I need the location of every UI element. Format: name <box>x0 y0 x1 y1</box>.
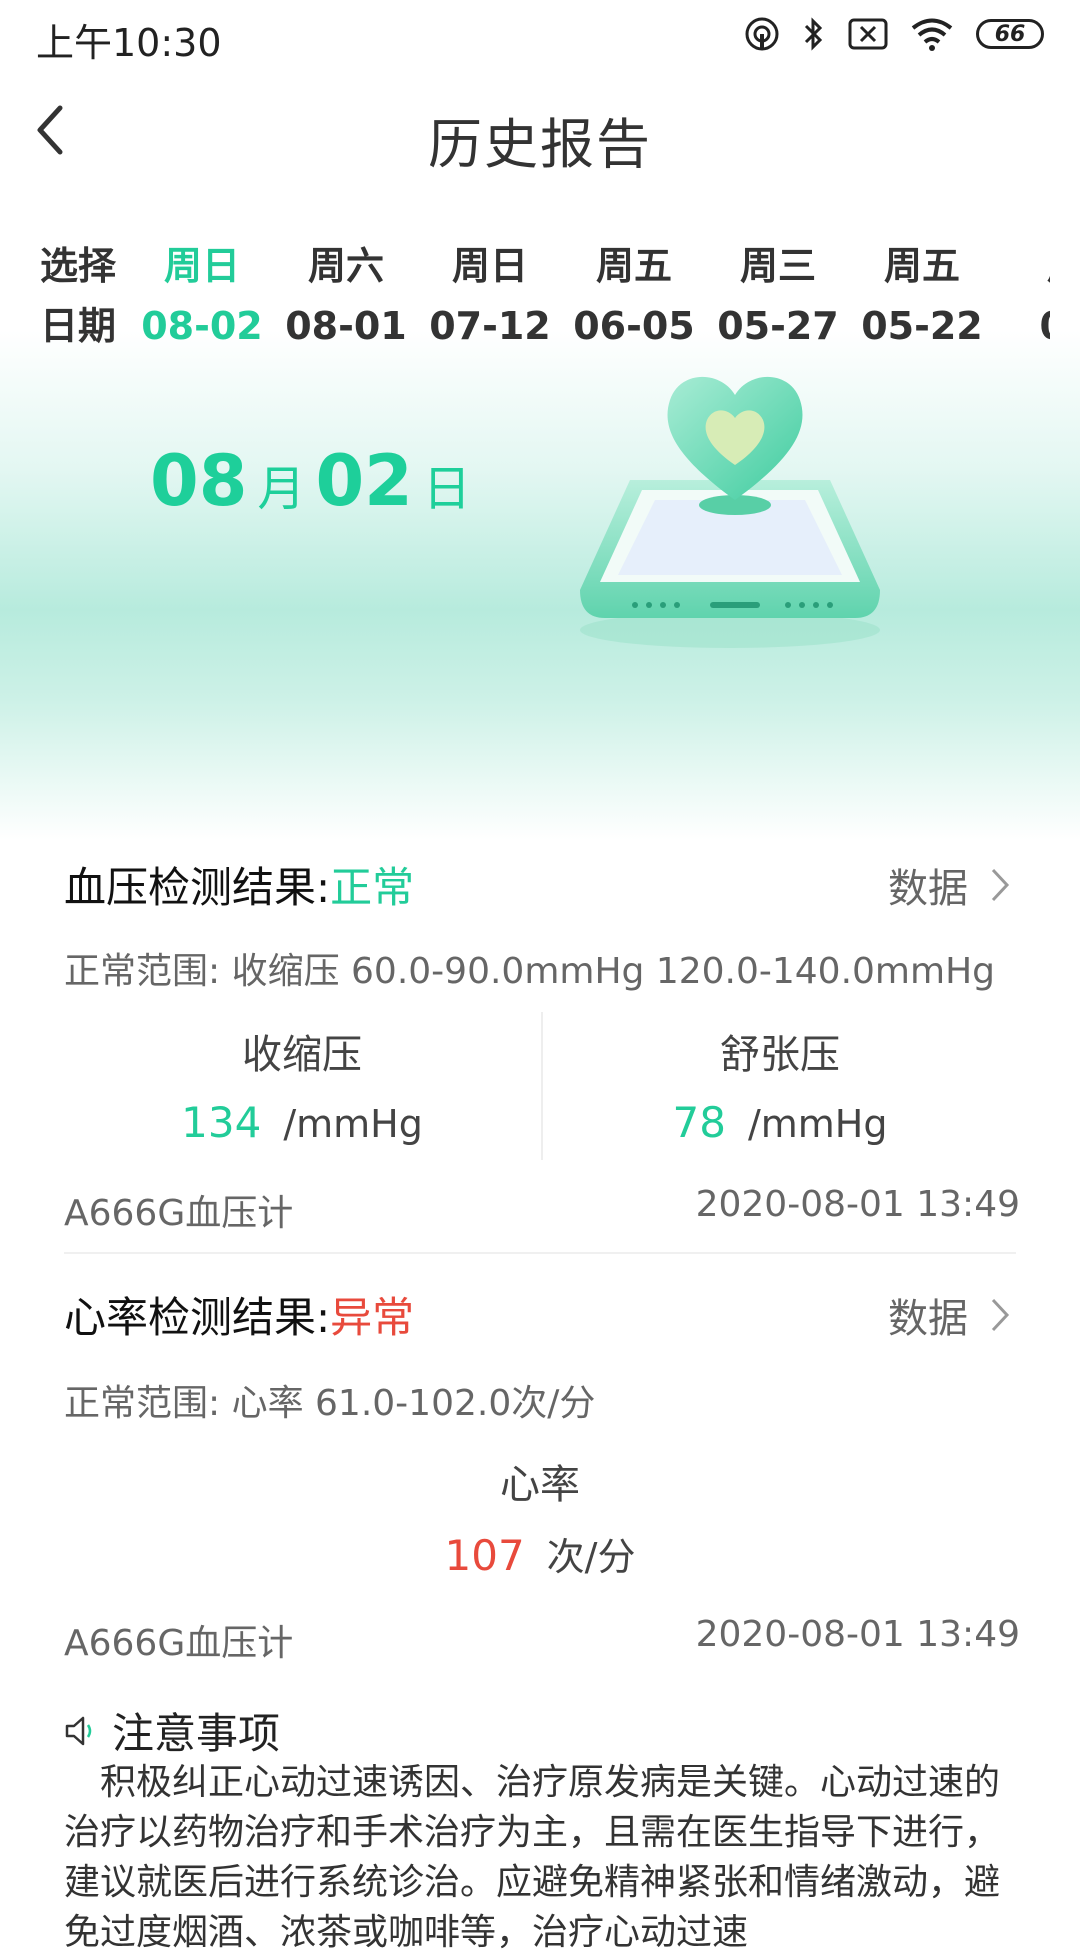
date-weekday: 周六 <box>307 244 384 288</box>
date-day: 05-22 <box>861 304 983 348</box>
bp-device-name: A666G血压计 <box>64 1193 294 1234</box>
hr-data-link[interactable]: 数据 <box>888 1286 1010 1344</box>
hr-result-title: 心率检测结果:异常 <box>64 1284 414 1345</box>
date-item[interactable]: 周三 05-27 <box>706 236 850 356</box>
notes-title: 注意事项 <box>64 1700 280 1761</box>
bp-result-title: 血压检测结果:正常 <box>64 854 414 915</box>
systolic-reading: 134/mmHg <box>64 1098 540 1147</box>
hotspot-icon <box>745 17 779 51</box>
systolic-unit: /mmHg <box>283 1102 423 1146</box>
hr-label: 心率 <box>500 1462 580 1508</box>
chevron-right-icon <box>991 868 1010 902</box>
date-day: 08-02 <box>141 304 263 348</box>
battery-icon: 66 <box>976 19 1044 49</box>
bp-timestamp: 2020-08-01 13:49 <box>695 1184 1020 1225</box>
hr-result-label: 心率检测结果: <box>64 1293 331 1342</box>
date-weekday: 周五 <box>595 244 672 288</box>
chevron-right-icon <box>991 1298 1010 1332</box>
speaker-icon <box>65 1716 92 1745</box>
date-day: 07-12 <box>429 304 551 348</box>
date-item[interactable]: 周 05 <box>994 236 1050 356</box>
notes-text: 积极纠正心动过速诱因、治疗原发病是关键。心动过速的治疗以药物治疗和手术治疗为主，… <box>64 1762 1001 1953</box>
date-label-line2: 日期 <box>40 304 117 348</box>
bp-result-label: 血压检测结果: <box>64 863 331 912</box>
bp-data-link-label: 数据 <box>888 866 968 912</box>
diastolic-reading: 78/mmHg <box>544 1098 1016 1147</box>
hr-reading: 107 次/分 <box>64 1526 1016 1581</box>
hr-value: 107 <box>444 1531 525 1580</box>
systolic-label: 收缩压 <box>242 1032 362 1078</box>
day-unit: 日 <box>422 461 471 517</box>
hr-unit: 次/分 <box>546 1535 636 1579</box>
page-title: 历史报告 <box>428 113 652 176</box>
date-weekday: 周三 <box>739 244 816 288</box>
date-day: 06-05 <box>573 304 695 348</box>
selected-day: 02 <box>315 440 413 522</box>
sim-off-icon <box>848 18 888 50</box>
date-day: 05 <box>994 296 1050 356</box>
date-label-line1: 选择 <box>40 244 117 288</box>
hr-status-badge: 异常 <box>330 1293 415 1342</box>
diastolic-label: 舒张压 <box>720 1032 840 1078</box>
hr-normal-range: 正常范围: 心率 61.0-102.0次/分 <box>64 1383 596 1424</box>
date-item[interactable]: 周五 06-05 <box>562 236 706 356</box>
date-weekday: 周日 <box>163 244 240 288</box>
systolic-value: 134 <box>181 1098 262 1147</box>
date-day: 05-27 <box>717 304 839 348</box>
diastolic-value: 78 <box>672 1098 726 1147</box>
date-weekday: 周日 <box>451 244 528 288</box>
month-unit: 月 <box>257 461 306 517</box>
date-strip[interactable]: 周日 08-02 周六 08-01 周日 07-12 周五 06-05 周三 0… <box>130 236 1050 356</box>
date-item[interactable]: 周日 07-12 <box>418 236 562 356</box>
date-selector-label: 选择 日期 <box>40 236 116 356</box>
selected-date: 08 月 02 日 <box>150 440 481 522</box>
diastolic-unit: /mmHg <box>747 1102 888 1146</box>
date-weekday: 周 <box>994 236 1050 296</box>
selected-month: 08 <box>150 440 248 522</box>
status-bar: 上午10:30 66 <box>0 0 1080 66</box>
bluetooth-icon <box>804 17 823 51</box>
date-item[interactable]: 周五 05-22 <box>850 236 994 356</box>
heart-device-illustration <box>580 376 880 648</box>
date-item-selected[interactable]: 周日 08-02 <box>130 236 274 356</box>
section-divider <box>64 1252 1016 1254</box>
column-divider <box>541 1012 543 1160</box>
date-item[interactable]: 周六 08-01 <box>274 236 418 356</box>
bp-data-link[interactable]: 数据 <box>888 856 1010 914</box>
date-day: 08-01 <box>285 304 407 348</box>
hr-timestamp: 2020-08-01 13:49 <box>695 1614 1020 1655</box>
bp-normal-range: 正常范围: 收缩压 60.0-90.0mmHg 120.0-140.0mmHg <box>64 951 995 992</box>
bp-status-badge: 正常 <box>330 863 415 912</box>
hr-device-name: A666G血压计 <box>64 1623 294 1664</box>
notes-title-label: 注意事项 <box>112 1709 281 1758</box>
wifi-icon <box>911 18 953 51</box>
hr-data-link-label: 数据 <box>888 1296 968 1342</box>
status-icons: 66 <box>744 14 1044 54</box>
date-weekday: 周五 <box>883 244 960 288</box>
status-time: 上午10:30 <box>36 21 222 65</box>
